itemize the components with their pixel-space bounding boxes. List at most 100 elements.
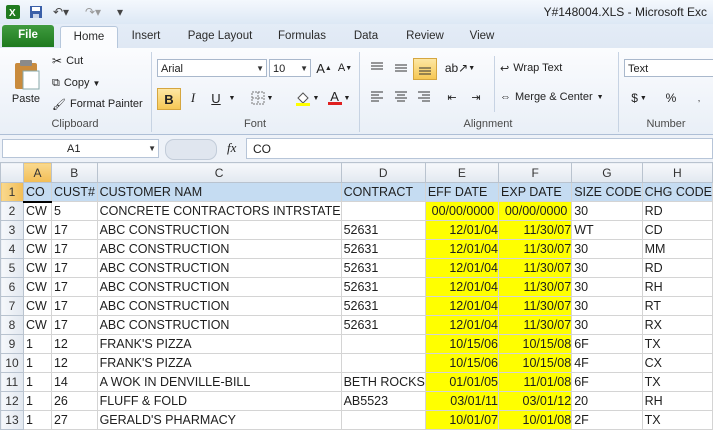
row-header[interactable]: 13 [0,410,24,430]
cell[interactable]: 52631 [340,296,426,316]
excel-logo-icon[interactable]: X [4,3,22,21]
cell[interactable]: 12/01/04 [424,277,500,297]
cell[interactable] [340,410,426,430]
cell[interactable] [340,201,426,221]
tab-file[interactable]: File [2,25,54,47]
cell[interactable]: 12/01/04 [424,220,500,240]
cell[interactable]: CONTRACT [340,182,426,202]
row-header[interactable]: 12 [0,391,24,411]
cell[interactable]: 1 [22,353,52,373]
shrink-font-icon[interactable]: A ▼ [336,59,354,77]
cell[interactable]: CW [22,296,52,316]
cell[interactable]: 27 [50,410,98,430]
cut-button[interactable]: ✂ Cut [52,52,83,70]
cell[interactable]: CW [22,201,52,221]
cell[interactable]: 10/15/08 [498,334,573,354]
cell[interactable]: RD [641,201,713,221]
italic-button[interactable]: I [183,88,203,108]
cell[interactable]: FRANK'S PIZZA [96,353,342,373]
cell[interactable]: 1 [22,334,52,354]
cell[interactable]: 10/01/08 [498,410,573,430]
wrap-text-button[interactable]: ↩ Wrap Text [500,59,562,77]
paste-button[interactable]: Paste [6,52,46,112]
cell[interactable]: 52631 [340,220,426,240]
row-header[interactable]: 5 [0,258,24,278]
cell[interactable]: 10/01/07 [424,410,500,430]
cell[interactable]: 12/01/04 [424,315,500,335]
cell[interactable]: 2F [571,410,643,430]
cell[interactable]: ABC CONSTRUCTION [96,277,342,297]
cell[interactable]: 20 [571,391,643,411]
cell[interactable]: 30 [571,296,643,316]
column-header[interactable]: G [571,162,643,183]
formula-input[interactable]: CO [246,138,713,159]
cell[interactable]: 52631 [340,258,426,278]
cell[interactable]: CHG CODE [641,182,713,202]
column-header[interactable]: H [641,162,713,183]
cell[interactable]: 12 [50,353,98,373]
cell[interactable]: RX [641,315,713,335]
cell[interactable]: 11/30/07 [498,258,573,278]
row-header[interactable]: 11 [0,372,24,392]
name-box[interactable]: A1 ▼ [2,139,159,158]
tab-data[interactable]: Data [344,26,388,47]
cell[interactable]: 12/01/04 [424,258,500,278]
cell[interactable]: GERALD'S PHARMACY [96,410,342,430]
orientation-icon[interactable]: ab↗ ▼ [445,58,475,78]
cell[interactable]: 6F [571,334,643,354]
font-size-select[interactable]: 10 ▼ [269,59,311,77]
align-right-icon[interactable] [413,87,435,107]
cell[interactable]: EFF DATE [424,182,500,202]
cell[interactable]: CUST# [50,182,98,202]
cell[interactable]: 52631 [340,315,426,335]
cell[interactable]: 17 [50,315,98,335]
cell[interactable]: WT [571,220,643,240]
cell[interactable]: 52631 [340,277,426,297]
cell[interactable]: 11/01/08 [498,372,573,392]
align-middle-icon[interactable] [390,58,412,78]
cell[interactable]: FLUFF & FOLD [96,391,342,411]
font-name-select[interactable]: Arial ▼ [157,59,267,77]
copy-button[interactable]: ⧉ Copy ▼ [52,74,100,92]
formula-bar-handle[interactable] [165,139,217,160]
column-header[interactable]: B [50,162,98,183]
cell[interactable]: 11/30/07 [498,220,573,240]
tab-review[interactable]: Review [398,26,452,47]
cell[interactable]: 10/15/06 [424,353,500,373]
cell[interactable]: 26 [50,391,98,411]
cell[interactable]: 1 [22,372,52,392]
worksheet-grid[interactable]: A B C D E F G H 1 CO CUST# CUSTOMER NAM CONT… [0,162,713,443]
cell[interactable]: 30 [571,315,643,335]
cell[interactable]: 4F [571,353,643,373]
align-top-icon[interactable] [366,58,388,78]
column-header[interactable]: F [498,162,573,183]
align-bottom-icon[interactable] [413,58,437,80]
tab-insert[interactable]: Insert [122,26,170,47]
insert-function-icon[interactable]: fx [227,140,236,156]
cell[interactable]: TX [641,334,713,354]
font-color-button[interactable]: A ▼ [324,88,354,108]
row-header[interactable]: 9 [0,334,24,354]
cell[interactable]: 17 [50,220,98,240]
cell[interactable]: 30 [571,201,643,221]
cell[interactable]: 30 [571,277,643,297]
fill-color-button[interactable]: ▼ [292,88,322,108]
cell[interactable]: RT [641,296,713,316]
cell[interactable]: 1 [22,391,52,411]
align-center-icon[interactable] [390,87,412,107]
tab-home[interactable]: Home [60,26,118,49]
cell[interactable]: 10/15/06 [424,334,500,354]
cell[interactable]: CD [641,220,713,240]
increase-indent-icon[interactable]: ⇥ [465,87,487,107]
customize-qat-icon[interactable]: ▾ [114,3,126,21]
comma-style-icon[interactable]: , [688,88,710,108]
cell[interactable]: BETH ROCKS [340,372,426,392]
redo-icon[interactable]: ↷▾ [82,3,104,21]
cell[interactable]: 00/00/0000 [424,201,500,221]
tab-view[interactable]: View [460,26,504,47]
number-format-select[interactable]: Text [624,59,713,77]
cell[interactable]: 6F [571,372,643,392]
cell[interactable]: 17 [50,258,98,278]
cell[interactable]: CW [22,220,52,240]
row-header[interactable]: 7 [0,296,24,316]
